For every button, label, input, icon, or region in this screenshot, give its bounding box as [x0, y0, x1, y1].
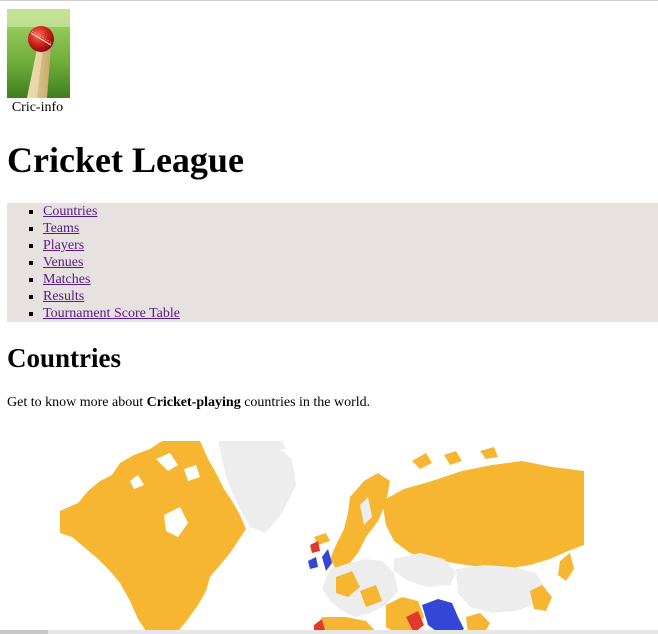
nav-link-results[interactable]: Results — [43, 289, 84, 304]
world-map — [60, 441, 584, 634]
nav-item-countries: Countries — [43, 203, 658, 220]
intro-text: Get to know more about Cricket-playing c… — [7, 394, 370, 412]
nav-item-matches: Matches — [43, 271, 658, 288]
logo-caption: Cric-info — [11, 100, 64, 115]
intro-text-bold: Cricket-playing — [146, 395, 241, 410]
main-nav: Countries Teams Players Venues Matches R… — [7, 203, 658, 322]
nav-link-teams[interactable]: Teams — [43, 221, 79, 236]
nav-item-venues: Venues — [43, 254, 658, 271]
page-title: Cricket League — [7, 140, 244, 180]
logo[interactable]: Cric-info — [7, 9, 70, 116]
top-border — [0, 0, 658, 1]
scrollbar-thumb[interactable] — [0, 630, 48, 634]
nav-link-players[interactable]: Players — [43, 238, 84, 253]
intro-text-after: countries in the world. — [240, 395, 371, 410]
section-title: Countries — [7, 343, 121, 373]
nav-item-tournament-score-table: Tournament Score Table — [43, 305, 658, 322]
world-map-icon — [60, 441, 584, 634]
cricket-ball-bat-icon — [7, 9, 70, 98]
nav-item-teams: Teams — [43, 220, 658, 237]
nav-list: Countries Teams Players Venues Matches R… — [7, 203, 658, 322]
nav-link-matches[interactable]: Matches — [43, 272, 90, 287]
intro-text-before: Get to know more about — [7, 395, 147, 410]
nav-link-venues[interactable]: Venues — [43, 255, 83, 270]
nav-item-players: Players — [43, 237, 658, 254]
nav-item-results: Results — [43, 288, 658, 305]
horizontal-scrollbar[interactable] — [0, 630, 658, 634]
nav-link-tournament-score-table[interactable]: Tournament Score Table — [43, 306, 180, 321]
nav-link-countries[interactable]: Countries — [43, 204, 97, 219]
